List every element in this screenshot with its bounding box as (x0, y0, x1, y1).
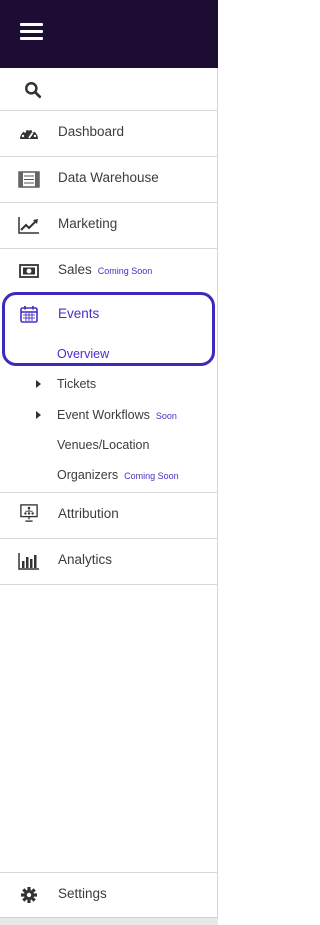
coming-soon-badge: Coming Soon (97, 266, 153, 276)
bar-chart-icon (18, 553, 39, 570)
calendar-icon (20, 306, 38, 323)
caret-right-icon[interactable] (36, 380, 41, 388)
sidebar-item-label: Data Warehouse (58, 170, 159, 185)
sidebar-item-settings[interactable]: Settings (0, 872, 217, 918)
coming-soon-badge: Coming Soon (124, 471, 179, 481)
sidebar-item-dashboard[interactable]: Dashboard (0, 111, 217, 157)
sidebar-item-sales[interactable]: Sales Coming Soon (0, 249, 217, 291)
sidebar-item-label: Settings (58, 886, 107, 901)
sidebar-item-label: Marketing (58, 216, 118, 231)
organizers-label: Organizers (57, 468, 119, 482)
search-row[interactable] (0, 68, 217, 111)
hamburger-icon[interactable] (20, 23, 43, 41)
bottom-scroll-edge (0, 917, 218, 925)
sidebar-item-label: Attribution (58, 506, 119, 521)
soon-badge: Soon (155, 411, 177, 421)
sidebar-item-marketing[interactable]: Marketing (0, 203, 217, 249)
sidebar-item-label: Dashboard (58, 124, 125, 139)
presentation-icon (20, 504, 38, 522)
sidebar-item-events[interactable]: Events (0, 293, 217, 333)
sidebar-item-label: Analytics (58, 552, 113, 567)
submenu-organizers[interactable]: Organizers Coming Soon (57, 468, 179, 482)
caret-right-icon[interactable] (36, 411, 41, 419)
top-bar (0, 0, 218, 68)
gauge-icon (20, 128, 38, 139)
sidebar-item-attribution[interactable]: Attribution (0, 493, 217, 539)
sidebar-item-data-warehouse[interactable]: Data Warehouse (0, 157, 217, 203)
sidebar: Dashboard Data Warehouse Marketing Sales… (0, 0, 218, 925)
sidebar-item-analytics[interactable]: Analytics (0, 539, 217, 585)
trend-chart-icon (18, 217, 39, 234)
sales-label: Sales (58, 262, 92, 277)
sidebar-item-label: Sales Coming Soon (58, 262, 152, 277)
submenu-tickets[interactable]: Tickets (57, 377, 96, 391)
sidebar-item-label: Events (58, 306, 100, 321)
warehouse-icon (18, 171, 40, 188)
event-workflows-label: Event Workflows (57, 408, 150, 422)
submenu-overview[interactable]: Overview (57, 347, 109, 361)
cash-icon (19, 264, 39, 278)
gear-icon (21, 887, 37, 903)
submenu-venues-location[interactable]: Venues/Location (57, 438, 149, 452)
submenu-event-workflows[interactable]: Event Workflows Soon (57, 408, 177, 422)
search-icon[interactable] (22, 81, 44, 99)
